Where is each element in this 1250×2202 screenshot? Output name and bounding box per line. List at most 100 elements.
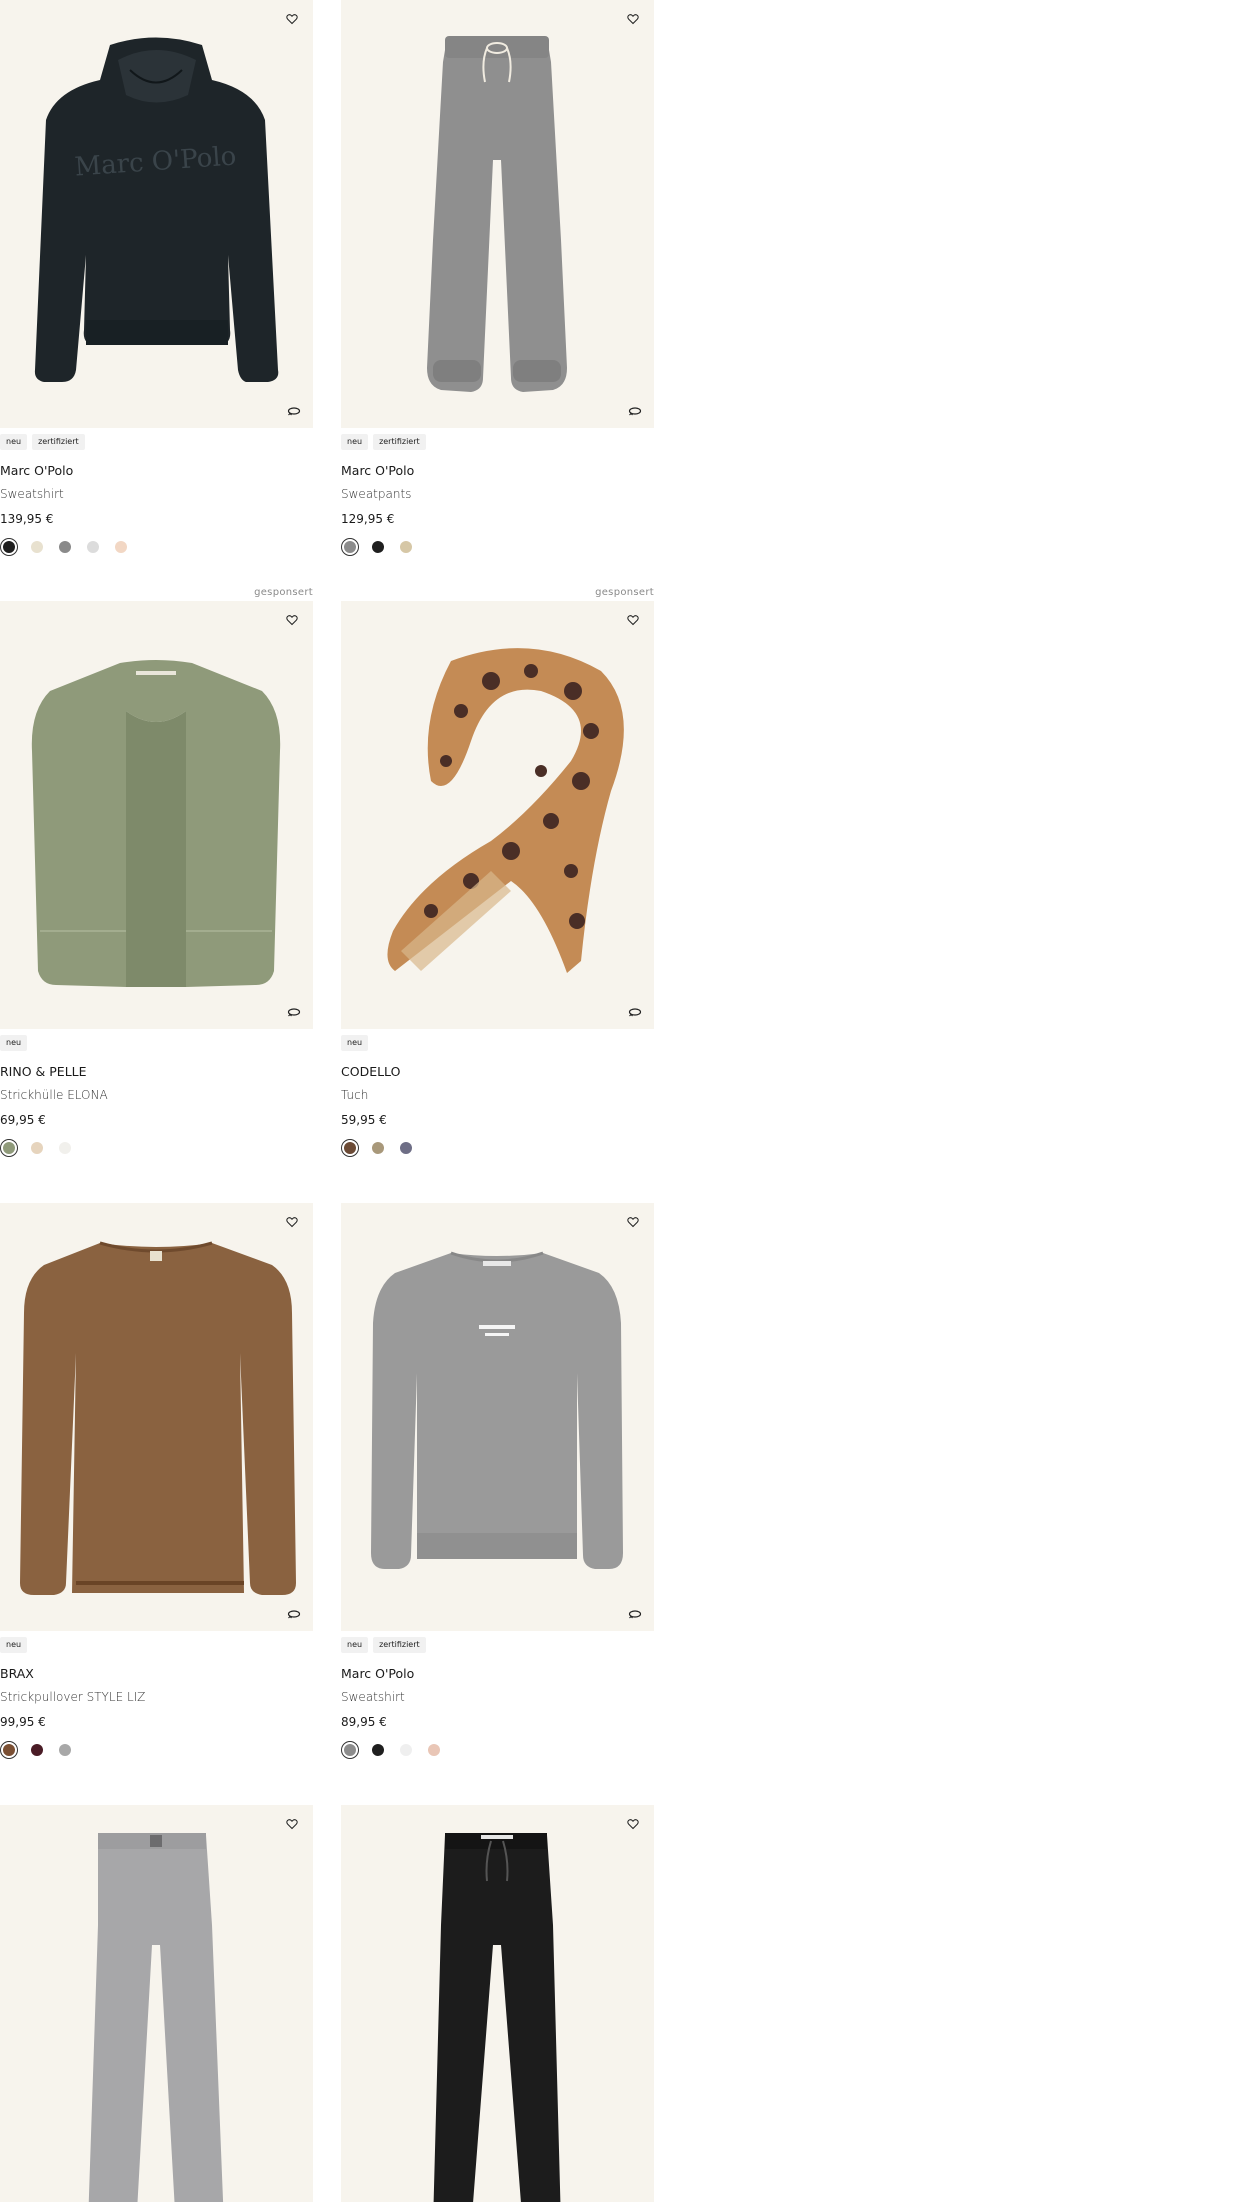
color-swatch[interactable] bbox=[31, 1744, 43, 1756]
color-swatch[interactable] bbox=[59, 541, 71, 553]
color-swatch[interactable] bbox=[0, 538, 18, 556]
color-swatch[interactable] bbox=[372, 541, 384, 553]
product-card[interactable]: gesponsert neu RINO & PELLE Strickhülle … bbox=[0, 587, 313, 1157]
badge-list: neu bbox=[341, 1035, 654, 1051]
view-360-icon[interactable] bbox=[287, 406, 301, 416]
color-swatches bbox=[341, 1741, 654, 1759]
product-name[interactable]: Tuch bbox=[341, 1088, 654, 1103]
color-swatches bbox=[0, 1139, 313, 1157]
product-name[interactable]: Strickhülle ELONA bbox=[0, 1088, 313, 1103]
product-image[interactable] bbox=[341, 1805, 654, 2202]
badge-list: neu bbox=[0, 1035, 313, 1051]
product-image[interactable] bbox=[0, 601, 313, 1029]
badge-list: neu bbox=[0, 1637, 313, 1653]
product-name[interactable]: Sweatpants bbox=[341, 487, 654, 502]
wishlist-heart-icon[interactable] bbox=[624, 1815, 642, 1833]
color-swatch[interactable] bbox=[0, 1139, 18, 1157]
product-card[interactable]: neu BRAX Strickpullover STYLE LIZ 99,95 … bbox=[0, 1203, 313, 1759]
product-photo: Marc O'Polo bbox=[34, 37, 279, 382]
product-photo bbox=[371, 1251, 623, 1569]
product-name[interactable]: Sweatshirt bbox=[0, 487, 313, 502]
wishlist-heart-icon[interactable] bbox=[283, 1213, 301, 1231]
color-swatch[interactable] bbox=[372, 1142, 384, 1154]
view-360-icon[interactable] bbox=[287, 1007, 301, 1017]
product-photo bbox=[427, 36, 567, 392]
product-brand[interactable]: CODELLO bbox=[341, 1064, 654, 1079]
badge-neu: neu bbox=[341, 1035, 369, 1051]
badge-neu: neu bbox=[0, 434, 28, 450]
product-price: 59,95 € bbox=[341, 1113, 387, 1127]
color-swatch[interactable] bbox=[59, 1142, 71, 1154]
color-swatch[interactable] bbox=[400, 1744, 412, 1756]
product-name[interactable]: Strickpullover STYLE LIZ bbox=[0, 1690, 313, 1705]
color-swatch[interactable] bbox=[341, 538, 359, 556]
color-swatches bbox=[0, 538, 313, 556]
product-image[interactable] bbox=[341, 601, 654, 1029]
product-photo bbox=[20, 1241, 296, 1595]
color-swatch[interactable] bbox=[341, 1139, 359, 1157]
product-brand[interactable]: Marc O'Polo bbox=[0, 463, 313, 478]
product-brand[interactable]: BRAX bbox=[0, 1666, 313, 1681]
badge-list: neu zertifiziert bbox=[341, 1637, 654, 1653]
wishlist-heart-icon[interactable] bbox=[283, 10, 301, 28]
product-image[interactable] bbox=[341, 0, 654, 428]
product-brand[interactable]: Marc O'Polo bbox=[341, 1666, 654, 1681]
color-swatches bbox=[341, 538, 654, 556]
color-swatch[interactable] bbox=[31, 541, 43, 553]
color-swatch[interactable] bbox=[400, 1142, 412, 1154]
color-swatch[interactable] bbox=[59, 1744, 71, 1756]
product-price: 129,95 € bbox=[341, 512, 395, 526]
wishlist-heart-icon[interactable] bbox=[624, 1213, 642, 1231]
product-photo bbox=[433, 1833, 561, 2202]
wishlist-heart-icon[interactable] bbox=[283, 1815, 301, 1833]
product-image[interactable]: Marc O'Polo bbox=[0, 0, 313, 428]
color-swatches bbox=[0, 1741, 313, 1759]
wishlist-heart-icon[interactable] bbox=[283, 611, 301, 629]
badge-list: neu zertifiziert bbox=[0, 434, 313, 450]
badge-neu: neu bbox=[341, 434, 369, 450]
product-price: 139,95 € bbox=[0, 512, 54, 526]
badge-zertifiziert: zertifiziert bbox=[373, 434, 426, 450]
product-brand[interactable]: RINO & PELLE bbox=[0, 1064, 313, 1079]
product-image[interactable] bbox=[341, 1203, 654, 1631]
color-swatch[interactable] bbox=[372, 1744, 384, 1756]
product-name[interactable]: Sweatshirt bbox=[341, 1690, 654, 1705]
badge-zertifiziert: zertifiziert bbox=[32, 434, 85, 450]
color-swatch[interactable] bbox=[400, 541, 412, 553]
product-price: 89,95 € bbox=[341, 1715, 387, 1729]
view-360-icon[interactable] bbox=[628, 1609, 642, 1619]
wishlist-heart-icon[interactable] bbox=[624, 611, 642, 629]
view-360-icon[interactable] bbox=[628, 1007, 642, 1017]
sponsored-label: gesponsert bbox=[595, 587, 654, 598]
badge-neu: neu bbox=[0, 1035, 28, 1051]
product-brand[interactable]: Marc O'Polo bbox=[341, 463, 654, 478]
sponsored-label: gesponsert bbox=[254, 587, 313, 598]
product-card[interactable]: neu zertifiziert Marc O'Polo Sweatpants 1… bbox=[341, 0, 654, 556]
color-swatch[interactable] bbox=[0, 1741, 18, 1759]
color-swatches bbox=[341, 1139, 654, 1157]
badge-list: neu zertifiziert bbox=[341, 434, 654, 450]
badge-neu: neu bbox=[0, 1637, 28, 1653]
view-360-icon[interactable] bbox=[287, 1609, 301, 1619]
badge-zertifiziert: zertifiziert bbox=[373, 1637, 426, 1653]
color-swatch[interactable] bbox=[31, 1142, 43, 1154]
wishlist-heart-icon[interactable] bbox=[624, 10, 642, 28]
product-price: 99,95 € bbox=[0, 1715, 46, 1729]
product-card[interactable]: gesponsert neu CODELLO Tuch 59,95 € bbox=[341, 587, 654, 1157]
color-swatch[interactable] bbox=[428, 1744, 440, 1756]
view-360-icon[interactable] bbox=[628, 406, 642, 416]
product-photo bbox=[88, 1833, 224, 2202]
product-photo bbox=[31, 660, 281, 987]
product-image[interactable] bbox=[0, 1203, 313, 1631]
color-swatch[interactable] bbox=[115, 541, 127, 553]
badge-neu: neu bbox=[341, 1637, 369, 1653]
product-image[interactable] bbox=[0, 1805, 313, 2202]
product-card[interactable]: Marc O'Polo neu zertifiziert Marc O'Polo … bbox=[0, 0, 313, 556]
color-swatch[interactable] bbox=[87, 541, 99, 553]
product-photo bbox=[387, 648, 624, 973]
color-swatch[interactable] bbox=[341, 1741, 359, 1759]
product-card[interactable] bbox=[341, 1805, 654, 2202]
product-price: 69,95 € bbox=[0, 1113, 46, 1127]
product-card[interactable]: neu zertifiziert Marc O'Polo Sweatshirt 8… bbox=[341, 1203, 654, 1759]
product-card[interactable] bbox=[0, 1805, 313, 2202]
